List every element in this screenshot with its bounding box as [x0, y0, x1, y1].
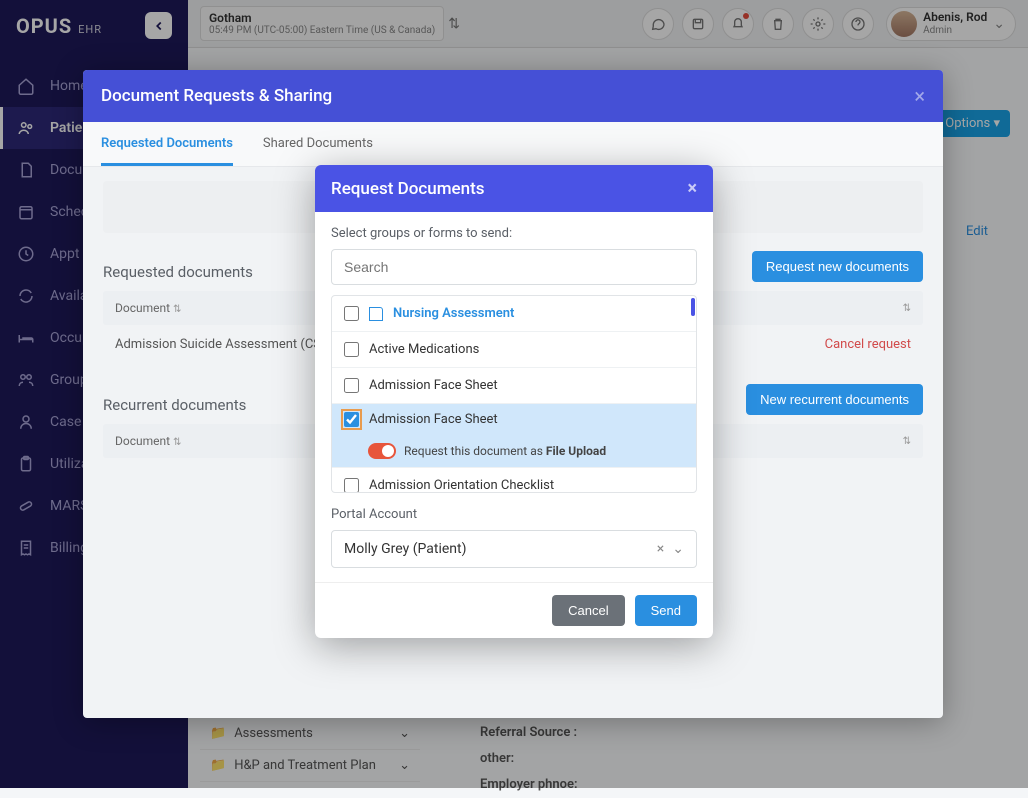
- cancel-button[interactable]: Cancel: [552, 595, 624, 626]
- modal-tabs: Requested Documents Shared Documents: [83, 122, 943, 167]
- document-name: Admission Suicide Assessment (CSSRS): [115, 337, 349, 352]
- sort-icon[interactable]: ⇅: [903, 303, 911, 314]
- close-icon[interactable]: ×: [914, 84, 925, 108]
- toggle-switch[interactable]: [368, 443, 396, 459]
- file-upload-toggle-row: Request this document as File Upload: [344, 443, 684, 459]
- new-recurrent-documents-button[interactable]: New recurrent documents: [746, 384, 923, 415]
- checkbox[interactable]: [344, 378, 359, 393]
- request-documents-modal: Request Documents × Select groups or for…: [315, 165, 713, 638]
- item-label: Admission Face Sheet: [369, 412, 498, 427]
- list-item[interactable]: Active Medications: [332, 332, 696, 368]
- modal2-titlebar: Request Documents ×: [315, 165, 713, 212]
- list-item[interactable]: Admission Face Sheet: [332, 368, 696, 404]
- portal-label: Portal Account: [331, 507, 697, 522]
- list-item-selected[interactable]: Admission Face Sheet Request this docume…: [332, 404, 696, 468]
- sort-icon[interactable]: ⇅: [173, 437, 181, 448]
- send-button[interactable]: Send: [635, 595, 697, 626]
- modal2-footer: Cancel Send: [315, 582, 713, 638]
- checkbox[interactable]: [344, 306, 359, 321]
- col-document: Document: [115, 301, 170, 315]
- search-input[interactable]: [331, 249, 697, 285]
- list-item-group[interactable]: Nursing Assessment: [332, 296, 696, 332]
- checkbox[interactable]: [344, 342, 359, 357]
- checkbox[interactable]: [344, 478, 359, 493]
- modal-title: Document Requests & Sharing: [101, 86, 332, 106]
- clear-icon[interactable]: ×: [657, 541, 664, 557]
- toggle-text: Request this document as File Upload: [404, 444, 606, 458]
- portal-account-select[interactable]: Molly Grey (Patient) × ⌄: [331, 530, 697, 568]
- sort-icon[interactable]: ⇅: [903, 436, 911, 447]
- portal-account-row: Portal Account Molly Grey (Patient) × ⌄: [331, 507, 697, 568]
- sort-icon[interactable]: ⇅: [173, 304, 181, 315]
- request-new-documents-button[interactable]: Request new documents: [752, 251, 923, 282]
- modal2-title: Request Documents: [331, 179, 484, 199]
- item-label: Active Medications: [369, 342, 479, 357]
- modal2-content: Select groups or forms to send: Nursing …: [315, 212, 713, 582]
- chevron-down-icon[interactable]: ⌄: [672, 541, 684, 557]
- select-label: Select groups or forms to send:: [331, 226, 697, 241]
- document-list: Nursing Assessment Active Medications Ad…: [331, 295, 697, 493]
- tab-shared[interactable]: Shared Documents: [263, 122, 373, 166]
- close-icon[interactable]: ×: [687, 178, 697, 199]
- item-label: Admission Orientation Checklist: [369, 478, 554, 493]
- item-label: Nursing Assessment: [393, 306, 514, 321]
- list-item[interactable]: Admission Orientation Checklist: [332, 468, 696, 493]
- cancel-request-link[interactable]: Cancel request: [825, 337, 911, 352]
- col-document: Document: [115, 434, 170, 448]
- modal-titlebar: Document Requests & Sharing ×: [83, 70, 943, 122]
- scrollbar[interactable]: [691, 298, 695, 316]
- checkbox[interactable]: [344, 412, 359, 427]
- document-icon: [369, 307, 383, 321]
- portal-value: Molly Grey (Patient): [344, 541, 466, 557]
- item-label: Admission Face Sheet: [369, 378, 498, 393]
- tab-requested[interactable]: Requested Documents: [101, 122, 233, 166]
